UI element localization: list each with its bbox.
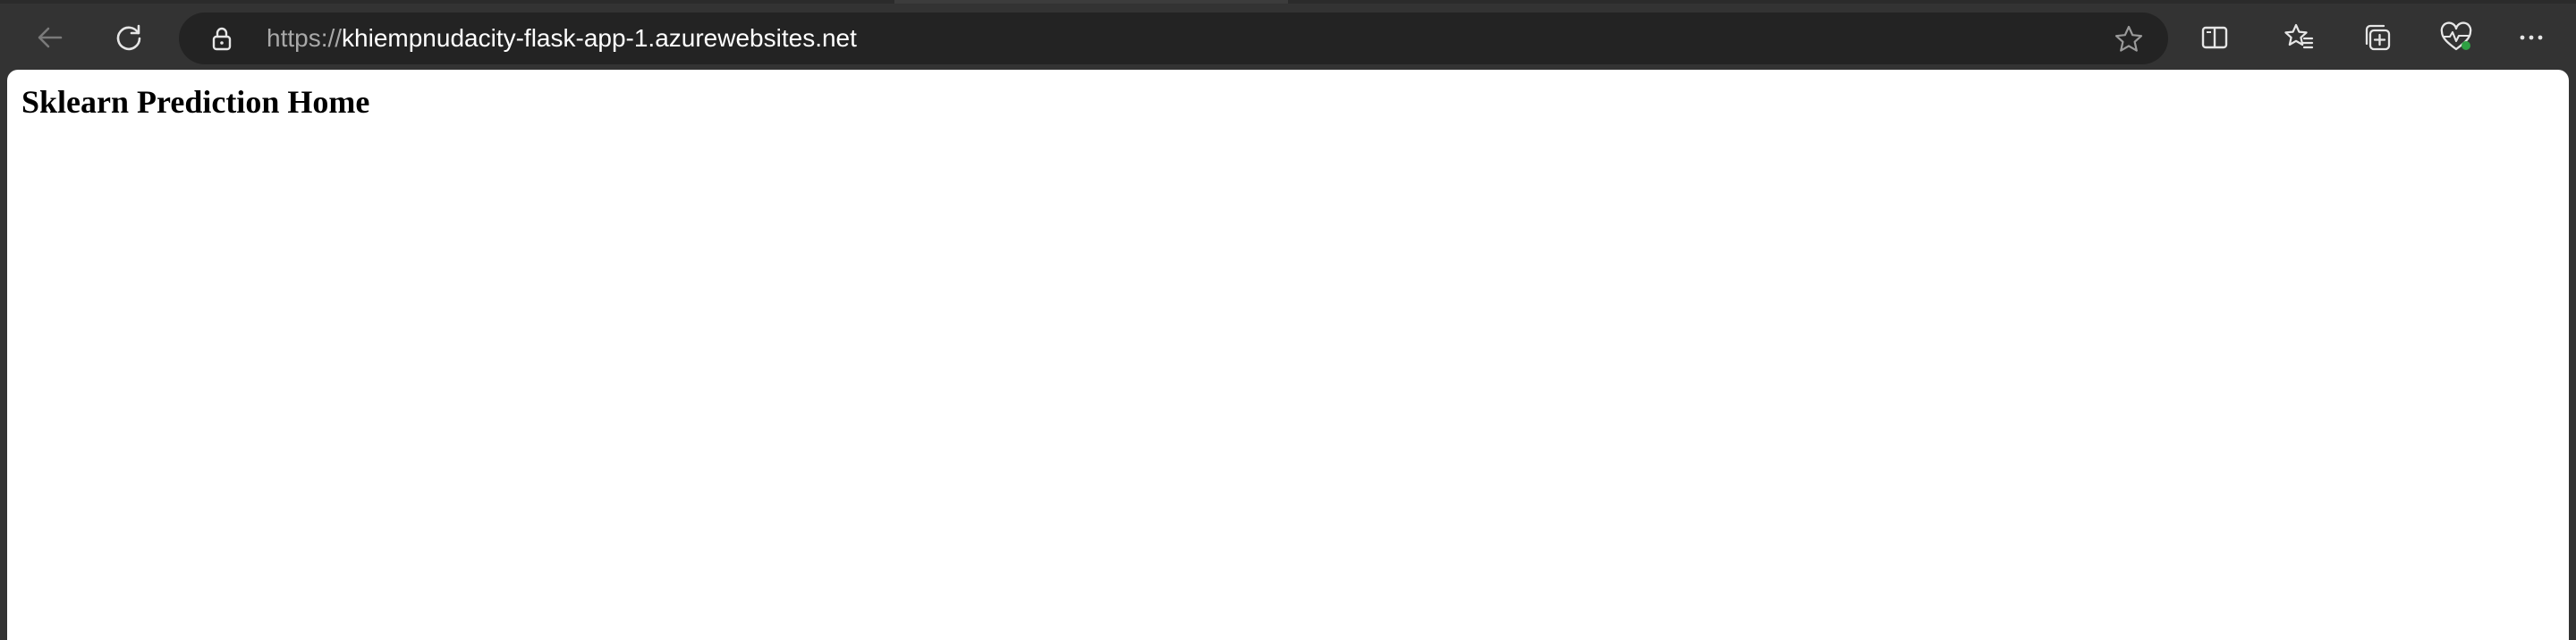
more-menu-icon <box>2515 21 2547 54</box>
favorites-icon <box>2283 21 2315 54</box>
more-menu-button[interactable] <box>2504 11 2558 64</box>
split-screen-icon <box>2199 21 2231 54</box>
page-viewport: Sklearn Prediction Home <box>7 70 2569 640</box>
browser-essentials-icon <box>2438 21 2474 54</box>
url-host: khiempnudacity-flask-app-1.azurewebsites… <box>342 24 857 52</box>
browser-window: https://khiempnudacity-flask-app-1.azure… <box>0 0 2576 640</box>
url-scheme: https:// <box>267 24 343 52</box>
favorites-button[interactable] <box>2272 11 2326 64</box>
back-button[interactable] <box>23 11 77 64</box>
address-bar[interactable]: https://khiempnudacity-flask-app-1.azure… <box>179 13 2168 64</box>
favorite-star-icon[interactable] <box>2113 23 2145 55</box>
refresh-icon <box>113 21 145 54</box>
browser-toolbar: https://khiempnudacity-flask-app-1.azure… <box>0 4 2576 70</box>
collections-icon <box>2361 21 2394 54</box>
lock-icon[interactable] <box>208 24 236 53</box>
collections-button[interactable] <box>2351 11 2404 64</box>
back-arrow-icon <box>34 21 66 54</box>
url-text[interactable]: https://khiempnudacity-flask-app-1.azure… <box>267 13 857 64</box>
split-screen-button[interactable] <box>2188 11 2241 64</box>
page-heading: Sklearn Prediction Home <box>21 84 370 120</box>
browser-essentials-button[interactable] <box>2429 11 2483 64</box>
refresh-button[interactable] <box>102 11 156 64</box>
